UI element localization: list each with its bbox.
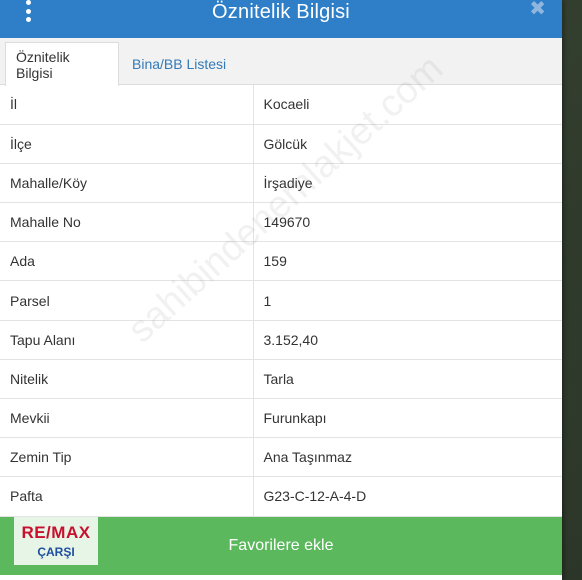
logo-branch: ÇARŞI xyxy=(37,545,75,559)
table-row: Zemin Tip Ana Taşınmaz xyxy=(0,437,562,478)
row-key: Parsel xyxy=(0,280,254,321)
row-value: 1 xyxy=(253,280,562,321)
row-key: Tapu Alanı xyxy=(0,320,254,360)
row-key: Ada xyxy=(0,241,254,282)
logo-brand: RE/MAX xyxy=(21,523,91,542)
panel-title: Öznitelik Bilgisi xyxy=(212,0,350,23)
row-value: Kocaeli xyxy=(253,85,562,125)
row-value: İrşadiye xyxy=(253,163,562,204)
table-row: İl Kocaeli xyxy=(0,85,562,125)
table-row: Parsel 1 xyxy=(0,280,562,321)
row-key: Mevkii xyxy=(0,398,254,439)
tab-bar: Öznitelik Bilgisi Bina/BB Listesi xyxy=(0,38,562,86)
table-row: Mevkii Furunkapı xyxy=(0,398,562,439)
remax-logo: RE/MAX ÇARŞI xyxy=(14,517,98,565)
kebab-menu-icon[interactable] xyxy=(20,0,36,22)
row-key: Zemin Tip xyxy=(0,437,254,478)
table-row: Mahalle/Köy İrşadiye xyxy=(0,163,562,204)
row-value: 3.152,40 xyxy=(253,320,562,360)
row-key: Nitelik xyxy=(0,359,254,400)
table-row: Pafta G23-C-12-A-4-D xyxy=(0,476,562,517)
row-value: Ana Taşınmaz xyxy=(253,437,562,478)
row-key: İl xyxy=(0,85,254,125)
row-value: 159 xyxy=(253,241,562,282)
favorites-label: Favorilere ekle xyxy=(228,537,334,554)
attribute-table: İl Kocaeli İlçe Gölcük Mahalle/Köy İrşadiye… xyxy=(0,85,562,517)
close-icon[interactable]: ✖ xyxy=(529,0,546,19)
row-key: Mahalle/Köy xyxy=(0,163,254,204)
row-key: Mahalle No xyxy=(0,202,254,243)
row-value: 149670 xyxy=(253,202,562,243)
row-key: Pafta xyxy=(0,476,254,517)
row-value: G23-C-12-A-4-D xyxy=(253,476,562,517)
row-value: Gölcük xyxy=(253,124,562,164)
row-value: Tarla xyxy=(253,359,562,400)
tab-building-list[interactable]: Bina/BB Listesi xyxy=(122,42,236,86)
row-key: İlçe xyxy=(0,124,254,164)
panel-header: Öznitelik Bilgisi ✖ xyxy=(0,0,562,38)
table-row: Tapu Alanı 3.152,40 xyxy=(0,320,562,360)
table-row: İlçe Gölcük xyxy=(0,124,562,164)
row-value: Furunkapı xyxy=(253,398,562,439)
table-row: Ada 159 xyxy=(0,241,562,282)
table-row: Nitelik Tarla xyxy=(0,359,562,400)
tab-attribute-info[interactable]: Öznitelik Bilgisi xyxy=(5,42,119,86)
table-row: Mahalle No 149670 xyxy=(0,202,562,243)
attribute-panel: Öznitelik Bilgisi ✖ Öznitelik Bilgisi Bi… xyxy=(0,0,562,580)
